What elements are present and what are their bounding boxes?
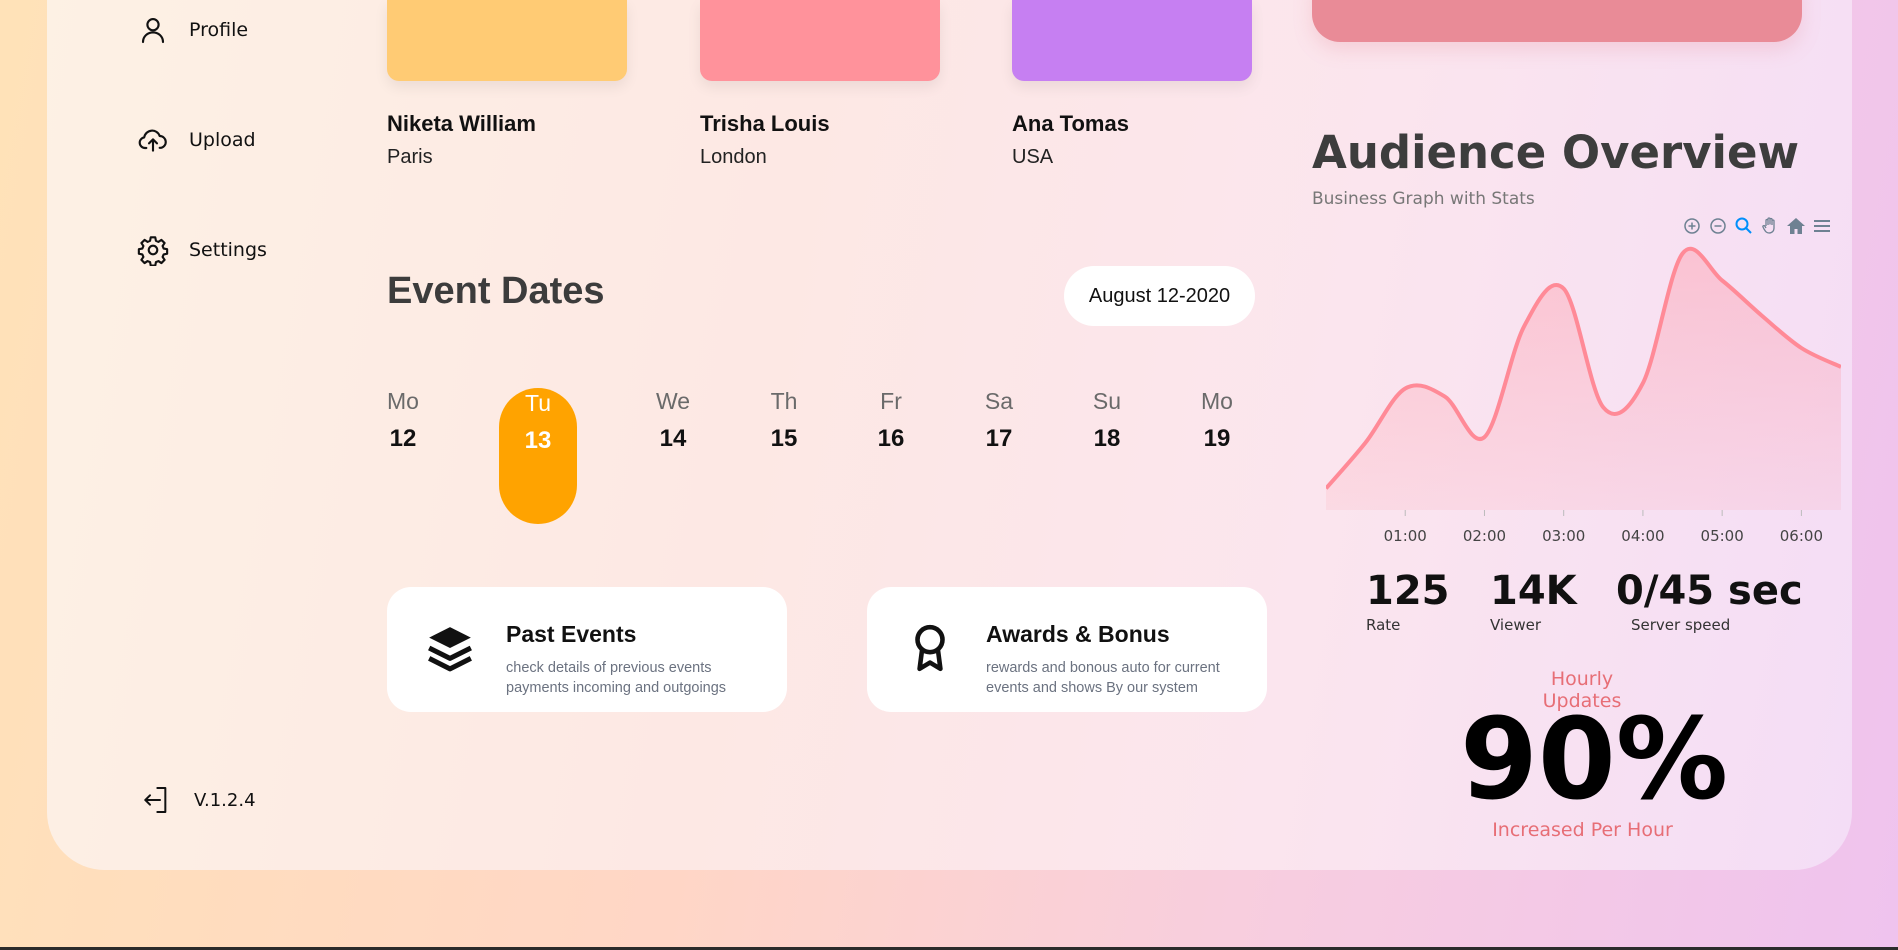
- person-city: London: [700, 146, 767, 168]
- day-name: Fr: [880, 388, 902, 414]
- awards-bonus-card[interactable]: Awards & Bonus rewards and bonous auto f…: [867, 587, 1267, 712]
- person-card[interactable]: Trisha Louis London: [700, 0, 940, 169]
- day-name: Sa: [984, 388, 1014, 414]
- day-item[interactable]: Mo 12: [363, 388, 443, 453]
- x-tick-label: 04:00: [1621, 527, 1664, 545]
- gear-icon: [137, 236, 169, 266]
- day-number: 19: [1203, 425, 1231, 452]
- day-item[interactable]: Mo 19: [1177, 388, 1257, 453]
- stat-rate: 125 Rate: [1366, 568, 1450, 634]
- day-number: 12: [389, 425, 417, 452]
- day-name: Tu: [525, 390, 551, 416]
- audience-title: Audience Overview: [1312, 126, 1800, 179]
- day-item[interactable]: We 14: [633, 388, 713, 453]
- person-swatch: [387, 0, 627, 81]
- person-swatch: [700, 0, 940, 81]
- sidebar-item-label: Settings: [189, 239, 267, 261]
- x-tick-label: 03:00: [1542, 527, 1585, 545]
- day-item-selected[interactable]: Tu 13: [499, 388, 577, 524]
- pan-hand-icon[interactable]: [1760, 216, 1780, 236]
- stat-value: 0/45 sec: [1616, 568, 1803, 614]
- day-item[interactable]: Fr 16: [851, 388, 931, 453]
- layers-icon: [428, 627, 472, 672]
- menu-icon[interactable]: [1812, 216, 1832, 236]
- zoom-out-icon[interactable]: [1708, 216, 1728, 236]
- card-title: Awards & Bonus: [986, 621, 1170, 647]
- day-name: We: [655, 388, 691, 414]
- date-selector[interactable]: August 12-2020: [1064, 266, 1255, 326]
- person-name: Trisha Louis: [700, 111, 830, 136]
- cloud-upload-icon: [138, 129, 167, 152]
- day-item[interactable]: Su 18: [1067, 388, 1147, 453]
- logout-icon: [144, 787, 167, 813]
- increase-label: Increased Per Hour: [1492, 819, 1673, 841]
- series-area: [1326, 248, 1841, 510]
- x-tick-label: 01:00: [1384, 527, 1427, 545]
- chart-toolbar: [1682, 216, 1832, 236]
- person-card[interactable]: Ana Tomas USA: [1012, 0, 1252, 169]
- x-tick-label: 05:00: [1701, 527, 1744, 545]
- stat-label: Rate: [1366, 616, 1401, 634]
- sidebar-item-settings[interactable]: Settings: [137, 234, 267, 266]
- stat-label: Server speed: [1631, 616, 1731, 634]
- day-number: 15: [770, 425, 798, 452]
- sidebar-item-label: Upload: [189, 129, 256, 151]
- audience-area-chart[interactable]: 01:00 02:00 03:00 04:00 05:00 06:00: [1326, 240, 1841, 550]
- day-item[interactable]: Sa 17: [959, 388, 1039, 453]
- past-events-card[interactable]: Past Events check details of previous ev…: [387, 587, 787, 712]
- card-description: rewards and bonous auto for current even…: [986, 660, 1220, 696]
- day-item[interactable]: Th 15: [744, 388, 824, 453]
- stat-value: 14K: [1490, 568, 1577, 614]
- day-number: 14: [659, 425, 687, 452]
- zoom-in-icon[interactable]: [1682, 216, 1702, 236]
- person-city: Paris: [387, 146, 433, 168]
- stat-server-speed: 0/45 sec Server speed: [1616, 568, 1803, 634]
- stat-viewer: 14K Viewer: [1490, 568, 1577, 634]
- day-name: Th: [770, 388, 798, 414]
- card-description: check details of previous events payment…: [506, 660, 727, 696]
- person-city: USA: [1012, 146, 1054, 168]
- stat-value: 125: [1366, 568, 1450, 614]
- day-number: 16: [877, 425, 905, 452]
- person-card[interactable]: Niketa William Paris: [387, 0, 627, 169]
- day-number: 18: [1093, 425, 1121, 452]
- zoom-select-icon[interactable]: [1734, 216, 1754, 236]
- day-name: Su: [1092, 388, 1122, 414]
- day-number: 17: [985, 425, 1013, 452]
- logout-version[interactable]: V.1.2.4: [140, 784, 256, 816]
- x-tick-label: 02:00: [1463, 527, 1506, 545]
- day-name: Mo: [387, 388, 419, 414]
- sidebar-item-upload[interactable]: Upload: [137, 124, 256, 156]
- sidebar-item-label: Profile: [189, 19, 249, 41]
- user-icon: [141, 18, 165, 44]
- day-name: Mo: [1201, 388, 1233, 414]
- person-name: Niketa William: [387, 111, 536, 136]
- person-swatch: [1012, 0, 1252, 81]
- version-label: V.1.2.4: [194, 789, 256, 811]
- promo-banner[interactable]: [1312, 0, 1802, 42]
- award-icon: [915, 624, 945, 672]
- event-dates-title: Event Dates: [387, 270, 605, 312]
- card-title: Past Events: [506, 621, 637, 647]
- person-name: Ana Tomas: [1012, 111, 1129, 136]
- percent-value: 90%: [1460, 695, 1729, 825]
- x-tick-label: 06:00: [1780, 527, 1823, 545]
- audience-subtitle: Business Graph with Stats: [1312, 189, 1535, 209]
- sidebar-item-profile[interactable]: Profile: [137, 14, 248, 46]
- stat-label: Viewer: [1490, 616, 1541, 634]
- day-number: 13: [524, 427, 552, 454]
- home-icon[interactable]: [1786, 216, 1806, 236]
